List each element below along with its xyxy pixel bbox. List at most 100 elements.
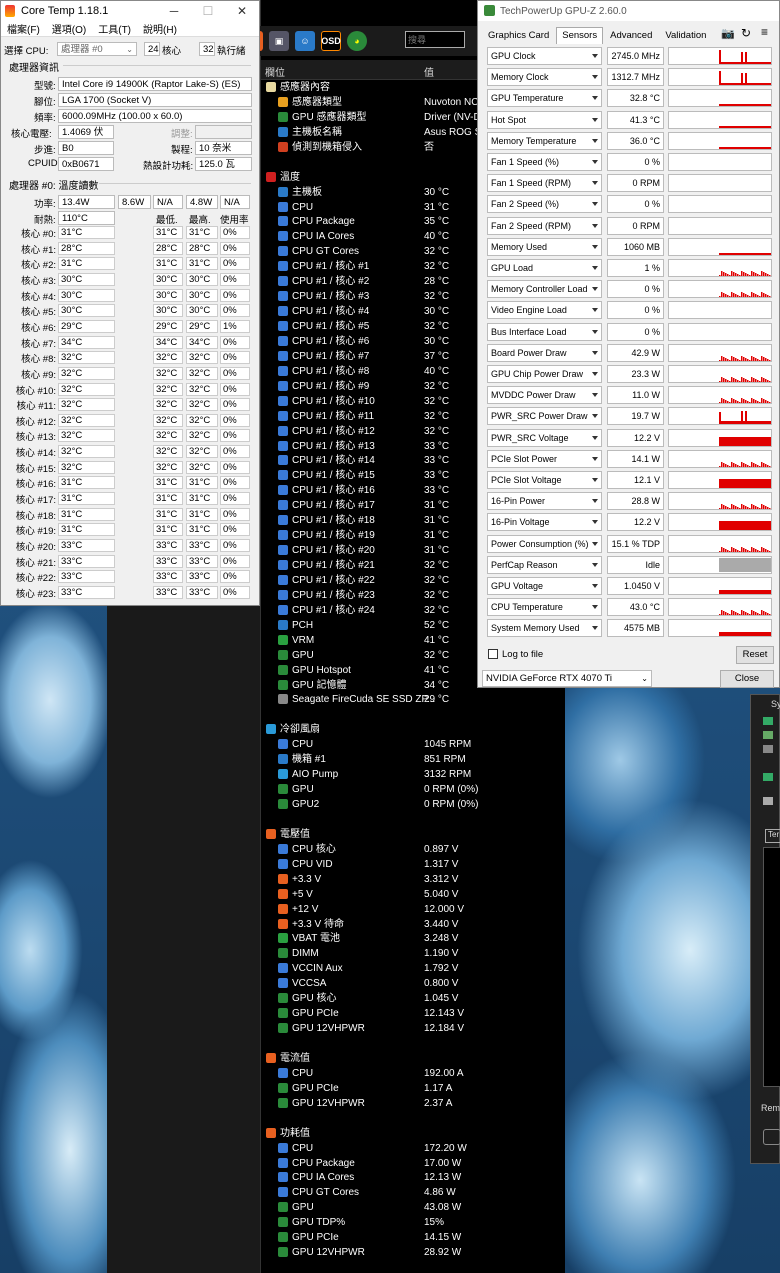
close-button[interactable]: ✕: [225, 1, 259, 21]
sensor-name-select[interactable]: GPU Load: [487, 259, 602, 277]
tab-advanced[interactable]: Advanced: [604, 27, 658, 44]
sensor-row[interactable]: GPU 12VHPWR 2.37 A: [261, 1096, 566, 1111]
sensor-name-select[interactable]: PWR_SRC Voltage: [487, 428, 602, 447]
sensor-name-select[interactable]: Video Engine Load: [487, 301, 602, 320]
sensor-row[interactable]: +3.3 V 待命 3.440 V: [261, 917, 566, 932]
reset-button[interactable]: Reset: [736, 646, 774, 664]
menu-file[interactable]: 檔案(F): [7, 21, 40, 36]
sensor-row[interactable]: GPU 43.08 W: [261, 1200, 566, 1215]
sensor-value: 32 °C: [424, 649, 450, 661]
menu-help[interactable]: 說明(H): [143, 21, 177, 36]
terminal-tab[interactable]: Ter: [765, 829, 780, 843]
core-temp: 31°C: [58, 492, 115, 506]
sensor-row[interactable]: CPU Package 17.00 W: [261, 1156, 566, 1171]
menu-options[interactable]: 選項(O): [52, 21, 86, 36]
search-input[interactable]: [405, 31, 465, 48]
close-button[interactable]: Close: [720, 670, 774, 688]
sensor-group-header[interactable]: 電流值: [261, 1051, 566, 1066]
sensor-name-select[interactable]: GPU Clock: [487, 47, 602, 65]
sensor-group-header[interactable]: 功耗值: [261, 1126, 566, 1141]
sensor-row[interactable]: CPU 192.00 A: [261, 1066, 566, 1081]
sensor-icon: [266, 1127, 276, 1138]
sensor-row[interactable]: GPU TDP% 15%: [261, 1215, 566, 1230]
sensor-row[interactable]: GPU 核心 1.045 V: [261, 991, 566, 1006]
sensor-row[interactable]: VBAT 電池 3.248 V: [261, 931, 566, 946]
sensor-name-select[interactable]: Bus Interface Load: [487, 322, 602, 341]
sensor-name-select[interactable]: 16-Pin Voltage: [487, 513, 602, 532]
partial-button[interactable]: [763, 1129, 780, 1145]
menu-icon[interactable]: ≡: [761, 25, 768, 39]
sensor-row[interactable]: CPU 172.20 W: [261, 1141, 566, 1156]
sensor-row[interactable]: +12 V 12.000 V: [261, 902, 566, 917]
sensor-name-select[interactable]: Fan 1 Speed (RPM): [487, 174, 602, 193]
sensor-row[interactable]: CPU 1045 RPM: [261, 737, 566, 752]
sensor-name-select[interactable]: Memory Used: [487, 237, 602, 256]
sensor-name-select[interactable]: Board Power Draw: [487, 343, 602, 362]
sensor-name-select[interactable]: GPU Voltage: [487, 577, 602, 595]
sensor-row[interactable]: GPU 12VHPWR 28.92 W: [261, 1245, 566, 1260]
sensor-name-select[interactable]: Memory Temperature: [487, 131, 602, 150]
sensor-icon: [278, 948, 288, 959]
sensor-row[interactable]: +3.3 V 3.312 V: [261, 872, 566, 887]
sensor-name-select[interactable]: System Memory Used: [487, 619, 602, 638]
sensor-row[interactable]: GPU 0 RPM (0%): [261, 782, 566, 797]
sensor-name-select[interactable]: PCIe Slot Voltage: [487, 471, 602, 489]
sensor-row[interactable]: GPU PCIe 14.15 W: [261, 1230, 566, 1245]
sensor-name-select[interactable]: Power Consumption (%): [487, 534, 602, 553]
sensor-name-select[interactable]: CPU Temperature: [487, 598, 602, 617]
sensor-name-select[interactable]: GPU Chip Power Draw: [487, 365, 602, 383]
refresh-icon[interactable]: ↻: [741, 26, 751, 40]
sensor-label: GPU 感應器類型: [292, 111, 367, 123]
sensor-row[interactable]: CPU 核心 0.897 V: [261, 842, 566, 857]
sensor-row[interactable]: AIO Pump 3132 RPM: [261, 767, 566, 782]
sensor-group-header[interactable]: 電壓值: [261, 827, 566, 842]
sensor-row[interactable]: GPU2 0 RPM (0%): [261, 797, 566, 812]
sensor-row[interactable]: CPU GT Cores 4.86 W: [261, 1185, 566, 1200]
globe-icon[interactable]: ◕: [347, 31, 367, 51]
core-load: 0%: [220, 226, 250, 239]
log-to-file-checkbox[interactable]: [488, 649, 498, 659]
sensor-row[interactable]: +5 V 5.040 V: [261, 887, 566, 902]
camera-icon[interactable]: 📷: [721, 27, 735, 40]
sensor-row[interactable]: CPU IA Cores 12.13 W: [261, 1170, 566, 1185]
tab-graphics-card[interactable]: Graphics Card: [482, 27, 555, 44]
maximize-button[interactable]: ☐: [191, 1, 225, 21]
sensor-row[interactable]: Seagate FireCuda SE SSD ZP... 29 °C: [261, 692, 566, 707]
sensor-row[interactable]: 機箱 #1 851 RPM: [261, 752, 566, 767]
sensor-value: 0 %: [607, 280, 664, 299]
sensor-row[interactable]: VCCSA 0.800 V: [261, 976, 566, 991]
sensor-name-select[interactable]: PerfCap Reason: [487, 555, 602, 574]
minimize-button[interactable]: ─: [157, 1, 191, 21]
sensor-name-select[interactable]: Fan 2 Speed (%): [487, 195, 602, 214]
sensor-name-select[interactable]: PCIe Slot Power: [487, 449, 602, 468]
menu-tools[interactable]: 工具(T): [98, 21, 131, 36]
osd-icon[interactable]: OSD: [321, 31, 341, 51]
tab-sensors[interactable]: Sensors: [556, 27, 604, 44]
sensor-row[interactable]: DIMM 1.190 V: [261, 946, 566, 961]
sensor-name-select[interactable]: Hot Spot: [487, 110, 602, 129]
sensor-name-select[interactable]: GPU Temperature: [487, 89, 602, 108]
user-icon[interactable]: ☺: [295, 31, 315, 51]
sensor-name-select[interactable]: Fan 1 Speed (%): [487, 153, 602, 171]
sensor-row[interactable]: VCCIN Aux 1.792 V: [261, 961, 566, 976]
cpu-select[interactable]: 處理器 #0 ⌄: [57, 42, 137, 56]
sensor-name-select[interactable]: Memory Controller Load: [487, 280, 602, 299]
core-row: 核心 #2: 31°C 31°C 31°C 0%: [1, 256, 259, 272]
sensor-value: Nuvoton NC: [424, 96, 479, 108]
sensor-row[interactable]: CPU VID 1.317 V: [261, 857, 566, 872]
sensor-row[interactable]: GPU PCIe 12.143 V: [261, 1006, 566, 1021]
tab-validation[interactable]: Validation: [659, 27, 712, 44]
sensor-name-select[interactable]: PWR_SRC Power Draw: [487, 407, 602, 426]
sensor-name-select[interactable]: MVDDC Power Draw: [487, 386, 602, 405]
device-select[interactable]: NVIDIA GeForce RTX 4070 Ti ⌄: [482, 670, 652, 687]
column-value[interactable]: 值: [424, 64, 434, 79]
sensor-row[interactable]: GPU 12VHPWR 12.184 V: [261, 1021, 566, 1036]
core-max: 30°C: [186, 288, 218, 302]
sensor-name-select[interactable]: Fan 2 Speed (RPM): [487, 216, 602, 235]
computer-icon[interactable]: ▣: [269, 31, 289, 51]
sensor-name-select[interactable]: 16-Pin Power: [487, 492, 602, 511]
column-field[interactable]: 欄位: [265, 64, 285, 79]
sensor-group-header[interactable]: 冷卻風扇: [261, 722, 566, 737]
sensor-name-select[interactable]: Memory Clock: [487, 68, 602, 87]
sensor-row[interactable]: GPU PCIe 1.17 A: [261, 1081, 566, 1096]
